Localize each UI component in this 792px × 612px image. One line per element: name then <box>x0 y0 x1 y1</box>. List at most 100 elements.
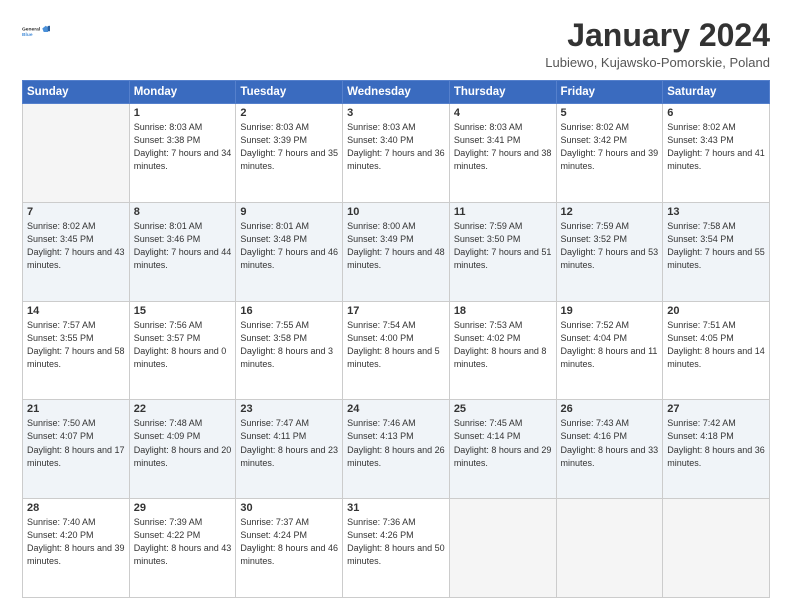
day-info: Sunrise: 7:42 AMSunset: 4:18 PMDaylight:… <box>667 417 765 469</box>
svg-text:Blue: Blue <box>22 32 33 38</box>
day-number: 24 <box>347 403 445 415</box>
day-number: 17 <box>347 305 445 317</box>
day-number: 8 <box>134 206 232 218</box>
day-info: Sunrise: 8:01 AMSunset: 3:46 PMDaylight:… <box>134 220 232 272</box>
day-info: Sunrise: 7:47 AMSunset: 4:11 PMDaylight:… <box>240 417 338 469</box>
calendar-day-cell: 1 Sunrise: 8:03 AMSunset: 3:38 PMDaylight… <box>129 104 236 203</box>
day-number: 5 <box>561 107 659 119</box>
calendar-week-row: 1 Sunrise: 8:03 AMSunset: 3:38 PMDaylight… <box>23 104 770 203</box>
day-number: 25 <box>454 403 552 415</box>
calendar-day-cell: 16 Sunrise: 7:55 AMSunset: 3:58 PMDayligh… <box>236 301 343 400</box>
calendar-day-cell: 8 Sunrise: 8:01 AMSunset: 3:46 PMDaylight… <box>129 202 236 301</box>
calendar-day-cell: 31 Sunrise: 7:36 AMSunset: 4:26 PMDayligh… <box>343 499 450 598</box>
day-number: 16 <box>240 305 338 317</box>
calendar-day-cell: 5 Sunrise: 8:02 AMSunset: 3:42 PMDaylight… <box>556 104 663 203</box>
calendar-day-cell: 21 Sunrise: 7:50 AMSunset: 4:07 PMDayligh… <box>23 400 130 499</box>
calendar-day-cell: 2Sunrise: 8:03 AMSunset: 3:39 PMDaylight… <box>236 104 343 203</box>
page: General Blue General Blue January 2024 L… <box>0 0 792 612</box>
day-info: Sunrise: 7:52 AMSunset: 4:04 PMDaylight:… <box>561 319 659 371</box>
day-number: 7 <box>27 206 125 218</box>
day-number: 18 <box>454 305 552 317</box>
calendar-header-row: Sunday Monday Tuesday Wednesday Thursday… <box>23 81 770 104</box>
day-number: 31 <box>347 502 445 514</box>
calendar-day-cell: 6Sunrise: 8:02 AMSunset: 3:43 PMDaylight… <box>663 104 770 203</box>
day-info: Sunrise: 8:01 AMSunset: 3:48 PMDaylight:… <box>240 220 338 272</box>
day-info: Sunrise: 7:39 AMSunset: 4:22 PMDaylight:… <box>134 516 232 568</box>
calendar-day-cell <box>449 499 556 598</box>
day-info: Sunrise: 8:03 AMSunset: 3:39 PMDaylight:… <box>240 121 338 173</box>
calendar-day-cell: 3 Sunrise: 8:03 AMSunset: 3:40 PMDaylight… <box>343 104 450 203</box>
calendar-week-row: 7 Sunrise: 8:02 AMSunset: 3:45 PMDaylight… <box>23 202 770 301</box>
col-friday: Friday <box>556 81 663 104</box>
calendar-day-cell: 24 Sunrise: 7:46 AMSunset: 4:13 PMDayligh… <box>343 400 450 499</box>
day-info: Sunrise: 8:02 AMSunset: 3:42 PMDaylight:… <box>561 121 659 173</box>
day-number: 14 <box>27 305 125 317</box>
day-info: Sunrise: 7:46 AMSunset: 4:13 PMDaylight:… <box>347 417 445 469</box>
day-number: 15 <box>134 305 232 317</box>
calendar-day-cell: 13Sunrise: 7:58 AMSunset: 3:54 PMDayligh… <box>663 202 770 301</box>
day-info: Sunrise: 8:00 AMSunset: 3:49 PMDaylight:… <box>347 220 445 272</box>
day-info: Sunrise: 8:03 AMSunset: 3:40 PMDaylight:… <box>347 121 445 173</box>
day-number: 27 <box>667 403 765 415</box>
calendar-day-cell <box>556 499 663 598</box>
calendar-day-cell: 18 Sunrise: 7:53 AMSunset: 4:02 PMDayligh… <box>449 301 556 400</box>
day-number: 13 <box>667 206 765 218</box>
day-number: 1 <box>134 107 232 119</box>
calendar-day-cell: 14Sunrise: 7:57 AMSunset: 3:55 PMDayligh… <box>23 301 130 400</box>
calendar-day-cell: 27 Sunrise: 7:42 AMSunset: 4:18 PMDayligh… <box>663 400 770 499</box>
header: General Blue General Blue January 2024 L… <box>22 18 770 70</box>
calendar-day-cell: 4 Sunrise: 8:03 AMSunset: 3:41 PMDaylight… <box>449 104 556 203</box>
calendar-week-row: 28 Sunrise: 7:40 AMSunset: 4:20 PMDayligh… <box>23 499 770 598</box>
day-number: 21 <box>27 403 125 415</box>
day-info: Sunrise: 7:40 AMSunset: 4:20 PMDaylight:… <box>27 516 125 568</box>
day-info: Sunrise: 7:50 AMSunset: 4:07 PMDaylight:… <box>27 417 125 469</box>
calendar-day-cell: 22Sunrise: 7:48 AMSunset: 4:09 PMDayligh… <box>129 400 236 499</box>
location: Lubiewo, Kujawsko-Pomorskie, Poland <box>545 55 770 70</box>
calendar-day-cell: 7 Sunrise: 8:02 AMSunset: 3:45 PMDaylight… <box>23 202 130 301</box>
day-info: Sunrise: 7:59 AMSunset: 3:52 PMDaylight:… <box>561 220 659 272</box>
day-info: Sunrise: 8:02 AMSunset: 3:45 PMDaylight:… <box>27 220 125 272</box>
calendar-day-cell: 25 Sunrise: 7:45 AMSunset: 4:14 PMDayligh… <box>449 400 556 499</box>
day-info: Sunrise: 7:36 AMSunset: 4:26 PMDaylight:… <box>347 516 445 568</box>
day-number: 9 <box>240 206 338 218</box>
col-monday: Monday <box>129 81 236 104</box>
day-info: Sunrise: 8:03 AMSunset: 3:38 PMDaylight:… <box>134 121 232 173</box>
calendar-day-cell: 15Sunrise: 7:56 AMSunset: 3:57 PMDayligh… <box>129 301 236 400</box>
col-sunday: Sunday <box>23 81 130 104</box>
calendar-day-cell: 23 Sunrise: 7:47 AMSunset: 4:11 PMDayligh… <box>236 400 343 499</box>
calendar-day-cell: 29Sunrise: 7:39 AMSunset: 4:22 PMDayligh… <box>129 499 236 598</box>
col-wednesday: Wednesday <box>343 81 450 104</box>
day-number: 12 <box>561 206 659 218</box>
svg-text:General: General <box>22 27 41 33</box>
day-info: Sunrise: 8:03 AMSunset: 3:41 PMDaylight:… <box>454 121 552 173</box>
calendar-day-cell: 11 Sunrise: 7:59 AMSunset: 3:50 PMDayligh… <box>449 202 556 301</box>
calendar-day-cell: 17 Sunrise: 7:54 AMSunset: 4:00 PMDayligh… <box>343 301 450 400</box>
day-number: 19 <box>561 305 659 317</box>
title-block: January 2024 Lubiewo, Kujawsko-Pomorskie… <box>545 18 770 70</box>
col-thursday: Thursday <box>449 81 556 104</box>
calendar-day-cell: 12 Sunrise: 7:59 AMSunset: 3:52 PMDayligh… <box>556 202 663 301</box>
day-number: 30 <box>240 502 338 514</box>
day-info: Sunrise: 7:54 AMSunset: 4:00 PMDaylight:… <box>347 319 445 371</box>
logo-icon: General Blue <box>22 18 50 46</box>
day-info: Sunrise: 7:45 AMSunset: 4:14 PMDaylight:… <box>454 417 552 469</box>
day-number: 11 <box>454 206 552 218</box>
calendar-week-row: 21 Sunrise: 7:50 AMSunset: 4:07 PMDayligh… <box>23 400 770 499</box>
day-number: 22 <box>134 403 232 415</box>
day-number: 4 <box>454 107 552 119</box>
calendar-day-cell: 19 Sunrise: 7:52 AMSunset: 4:04 PMDayligh… <box>556 301 663 400</box>
calendar-table: Sunday Monday Tuesday Wednesday Thursday… <box>22 80 770 598</box>
day-info: Sunrise: 7:51 AMSunset: 4:05 PMDaylight:… <box>667 319 765 371</box>
day-info: Sunrise: 7:53 AMSunset: 4:02 PMDaylight:… <box>454 319 552 371</box>
logo: General Blue General Blue <box>22 18 50 46</box>
day-number: 10 <box>347 206 445 218</box>
calendar-day-cell <box>663 499 770 598</box>
day-info: Sunrise: 7:37 AMSunset: 4:24 PMDaylight:… <box>240 516 338 568</box>
day-number: 28 <box>27 502 125 514</box>
day-number: 23 <box>240 403 338 415</box>
day-number: 3 <box>347 107 445 119</box>
month-title: January 2024 <box>545 18 770 53</box>
day-info: Sunrise: 7:55 AMSunset: 3:58 PMDaylight:… <box>240 319 338 371</box>
day-info: Sunrise: 7:43 AMSunset: 4:16 PMDaylight:… <box>561 417 659 469</box>
day-info: Sunrise: 7:59 AMSunset: 3:50 PMDaylight:… <box>454 220 552 272</box>
